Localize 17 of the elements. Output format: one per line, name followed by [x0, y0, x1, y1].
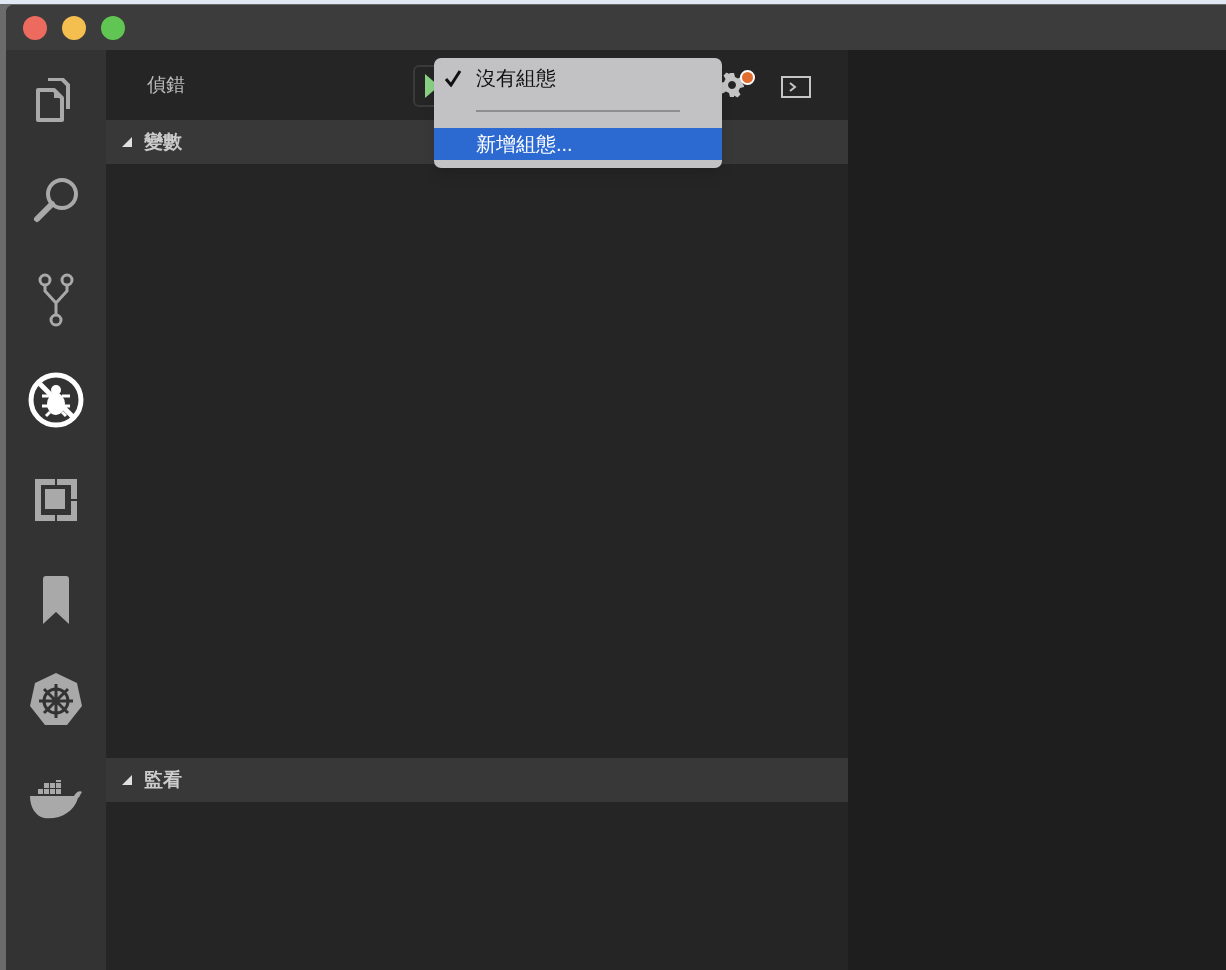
close-button[interactable]: [23, 15, 47, 40]
no-bug-icon[interactable]: [28, 372, 84, 428]
section-header[interactable]: 監看: [106, 758, 848, 802]
menu-item[interactable]: 沒有組態: [434, 62, 722, 94]
minimize-button[interactable]: [62, 15, 86, 40]
terminal-icon[interactable]: [781, 76, 811, 98]
whale-icon[interactable]: [28, 780, 84, 820]
maximize-button[interactable]: [101, 15, 125, 40]
search-icon[interactable]: [32, 176, 80, 224]
section-title: 變數: [144, 129, 182, 154]
bookmark-icon[interactable]: [43, 576, 69, 624]
branch-icon[interactable]: [38, 273, 74, 327]
helm-wheel-icon[interactable]: [28, 672, 84, 728]
menu-item[interactable]: 新增組態...: [434, 128, 722, 160]
sidebar-title: 偵錯: [147, 72, 185, 97]
section-title: 監看: [144, 767, 182, 792]
extensions-icon[interactable]: [35, 479, 77, 521]
